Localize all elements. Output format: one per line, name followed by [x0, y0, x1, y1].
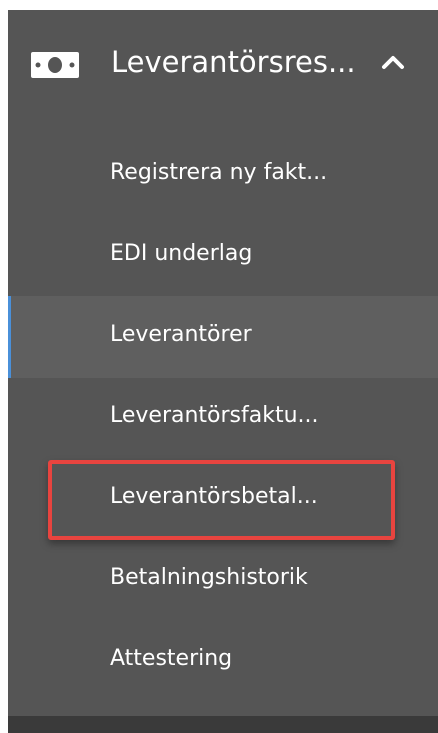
- menu-item-label: Betalningshistorik: [110, 565, 308, 590]
- section-header-leverantorsreskontra[interactable]: Leverantörsres...: [8, 10, 438, 112]
- highlight-annotation: [48, 460, 395, 540]
- money-bill-icon: [31, 52, 79, 78]
- menu-item-label: Registrera ny fakt...: [110, 160, 328, 185]
- menu-item-leverantorsfakturor[interactable]: Leverantörsfaktu...: [8, 377, 438, 459]
- menu-item-label: EDI underlag: [110, 241, 253, 266]
- menu-item-attestering[interactable]: Attestering: [8, 620, 438, 702]
- chevron-up-icon[interactable]: [380, 52, 406, 72]
- menu-item-label: Leverantörer: [110, 322, 252, 347]
- menu-item-leverantorer[interactable]: Leverantörer: [8, 296, 438, 378]
- next-section-bar: [8, 716, 438, 733]
- section-label: Leverantörsres...: [111, 45, 356, 79]
- menu-item-edi-underlag[interactable]: EDI underlag: [8, 215, 438, 297]
- sidebar-menu: Leverantörsres... Registrera ny fakt... …: [8, 10, 438, 733]
- active-indicator: [8, 296, 11, 378]
- menu-item-label: Attestering: [110, 646, 233, 671]
- menu-item-label: Leverantörsfaktu...: [110, 403, 319, 428]
- menu-item-registrera-ny-faktura[interactable]: Registrera ny fakt...: [8, 134, 438, 216]
- menu-item-betalningshistorik[interactable]: Betalningshistorik: [8, 539, 438, 621]
